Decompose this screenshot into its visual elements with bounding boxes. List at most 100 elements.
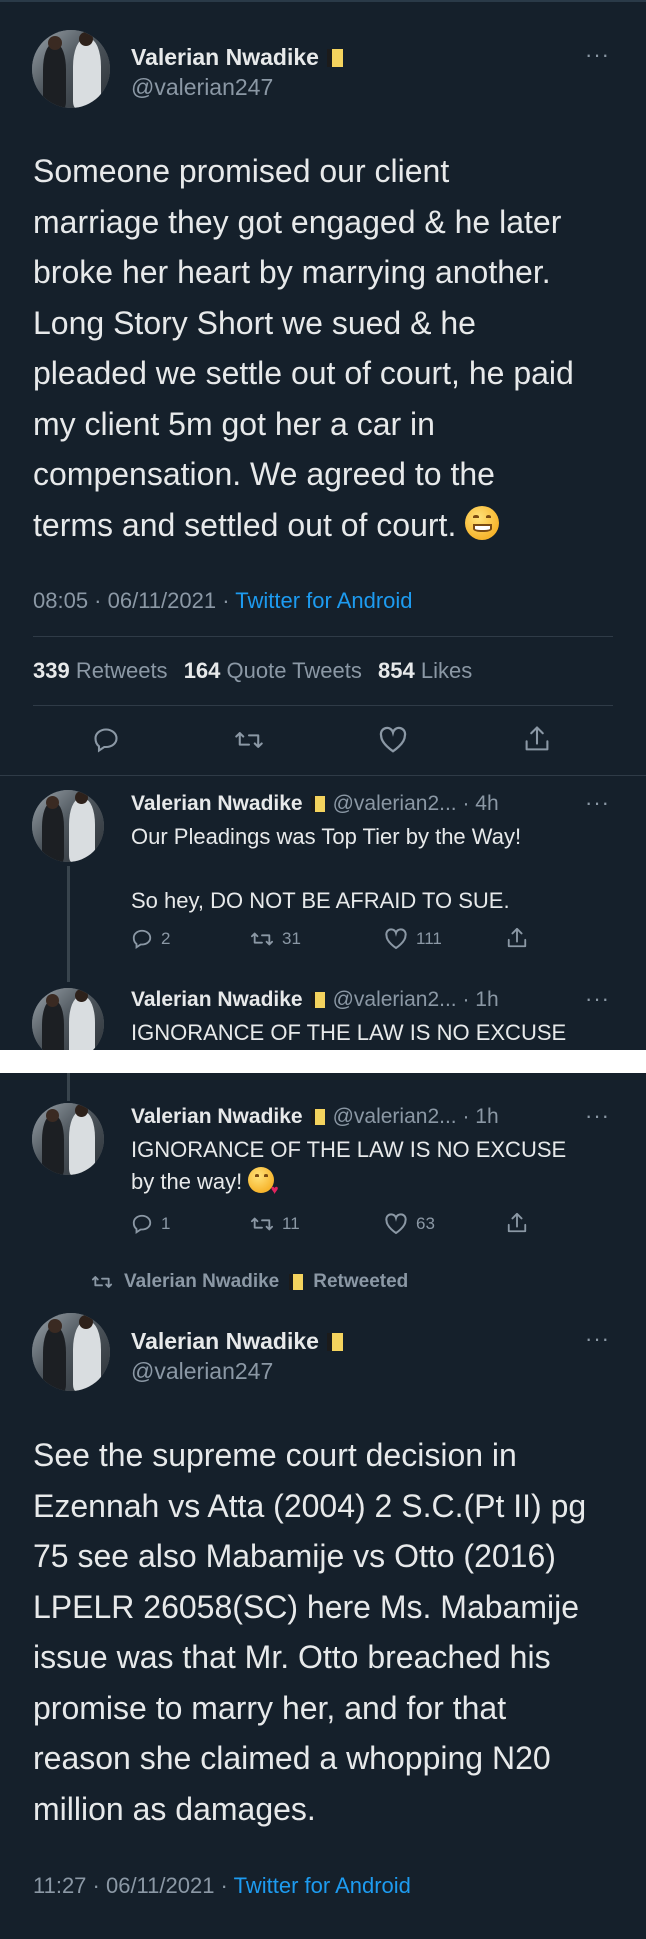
reply-header: Valerian Nwadike @valerian2... · 1h [131,1105,499,1129]
heart-icon [385,928,407,950]
grinning-face-emoji [465,505,500,540]
like-button[interactable]: 63 [384,1213,435,1235]
quotes-count: 164 [183,658,221,683]
reply-text-line: IGNORANCE OF THE LAW IS NO EXCUSE [131,1020,567,1045]
author-name-text: Valerian Nwadike [131,44,319,70]
quotes-label: Quote Tweets [226,658,362,683]
author-name[interactable]: Valerian Nwadike [131,1328,343,1355]
retweeter-name: Valerian Nwadike [124,1271,280,1292]
reply-text-line: IGNORANCE OF THE LAW IS NO EXCUSE [131,1137,567,1162]
tweet-text: Someone promised our client marriage the… [33,146,574,550]
reply-author-handle[interactable]: @valerian2... · 1h [333,1105,499,1128]
retweets-stat[interactable]: 339 Retweets [33,658,168,683]
retweet-button[interactable]: 31 [250,928,301,950]
share-icon [525,726,549,751]
tweet-line: Long Story Short we sued & he [33,304,476,341]
tweet-line: pleaded we settle out of court, he paid [33,355,574,391]
avatar[interactable] [32,1103,104,1175]
retweet-icon [235,732,263,748]
reply-author-handle[interactable]: @valerian2... · 1h [333,988,499,1011]
reply-icon [132,929,152,949]
share-button[interactable] [523,724,551,754]
tweet-line: compensation. We agreed to the [33,456,495,492]
flag-badge-icon [310,1109,325,1125]
tweet-line: terms and settled out of court. [33,506,457,543]
quotes-stat[interactable]: 164 Quote Tweets [184,658,362,683]
face-blowing-kiss-emoji: ♥ [248,1167,278,1197]
avatar[interactable] [32,988,104,1050]
retweet-button[interactable] [234,726,264,754]
flag-badge-icon [289,1274,304,1290]
divider [33,636,613,637]
retweeted-label[interactable]: Valerian Nwadike Retweeted [90,1271,408,1293]
reply-text-line: by the way! ♥ [131,1167,278,1197]
retweet-icon [251,932,274,946]
divider [0,775,646,776]
author-name-text: Valerian Nwadike [131,1328,319,1354]
reply-count: 1 [161,1214,171,1233]
reply-text-line: Our Pleadings was Top Tier by the Way! [131,824,522,849]
like-count: 111 [416,929,442,948]
retweets-label: Retweets [75,658,168,683]
retweeted-text: Retweeted [313,1271,409,1292]
source-link[interactable]: Twitter for Android [235,588,412,613]
more-options-icon[interactable]: ··· [585,1326,610,1352]
retweets-count: 339 [33,658,70,683]
more-options-icon[interactable]: ··· [585,986,610,1012]
avatar[interactable] [32,790,104,862]
reply-button[interactable]: 2 [131,928,170,950]
tweet-line: LPELR 26058(SC) here Ms. Mabamije [33,1588,580,1625]
source-link[interactable]: Twitter for Android [234,1873,411,1898]
author-handle[interactable]: @valerian247 [131,74,273,101]
tweet-line: promise to marry her, and for that [33,1689,507,1726]
tweet-line-last: terms and settled out of court. [33,500,574,551]
more-options-icon[interactable]: ··· [585,790,610,816]
heart-icon [385,1213,407,1235]
like-button[interactable] [378,726,408,754]
tweet-line: marriage they got engaged & he later [33,203,562,240]
author-handle[interactable]: @valerian247 [131,1358,273,1385]
reply-button[interactable]: 1 [131,1213,170,1235]
reply-author-name[interactable]: Valerian Nwadike [131,1105,303,1128]
tweet-line: issue was that Mr. Otto breached his [33,1639,551,1675]
share-button[interactable] [506,926,528,950]
likes-count: 854 [378,658,415,683]
reply-text-segment: by the way! [131,1169,243,1194]
reply-count: 2 [161,929,171,948]
thread-line [67,866,70,982]
tweet-line: Someone promised our client [33,153,450,189]
reply-author-name[interactable]: Valerian Nwadike [131,792,303,815]
tweet-timestamp: 08:05 · 06/11/2021 · Twitter for Android [33,588,413,614]
retweet-count: 11 [282,1214,300,1233]
tweet-timestamp: 11:27 · 06/11/2021 · Twitter for Android [33,1873,411,1899]
tweet-text: See the supreme court decision in Ezenna… [33,1430,586,1834]
reply-header: Valerian Nwadike @valerian2... · 4h [131,792,499,816]
engagement-stats: 339 Retweets 164 Quote Tweets 854 Likes [33,658,472,684]
avatar[interactable] [32,30,110,108]
reply-icon [94,728,118,753]
reply-button[interactable] [92,726,120,754]
like-button[interactable]: 111 [384,928,442,950]
tweet-line: Ezennah vs Atta (2004) 2 S.C.(Pt II) pg [33,1487,587,1524]
divider [33,705,613,706]
share-button[interactable] [506,1211,528,1235]
share-icon [507,1212,527,1233]
reply-author-name[interactable]: Valerian Nwadike [131,988,303,1011]
avatar[interactable] [32,1313,110,1391]
screenshot-panel-top: Valerian Nwadike @valerian247 ··· Someon… [0,0,646,1050]
likes-label: Likes [420,658,473,683]
share-icon [507,927,527,948]
more-options-icon[interactable]: ··· [585,1103,610,1129]
heart-icon [379,726,407,753]
likes-stat[interactable]: 854 Likes [378,658,472,683]
timestamp-text: 11:27 · 06/11/2021 · [33,1873,234,1898]
reply-author-handle[interactable]: @valerian2... · 4h [333,792,499,815]
tweet-line: broke her heart by marrying another. [33,254,551,290]
flag-badge-icon [310,992,325,1008]
author-name[interactable]: Valerian Nwadike [131,44,343,71]
more-options-icon[interactable]: ··· [585,42,610,68]
retweet-button[interactable]: 11 [250,1213,300,1235]
flag-badge-icon [326,49,343,67]
reply-header: Valerian Nwadike @valerian2... · 1h [131,988,499,1012]
retweet-count: 31 [282,929,301,948]
